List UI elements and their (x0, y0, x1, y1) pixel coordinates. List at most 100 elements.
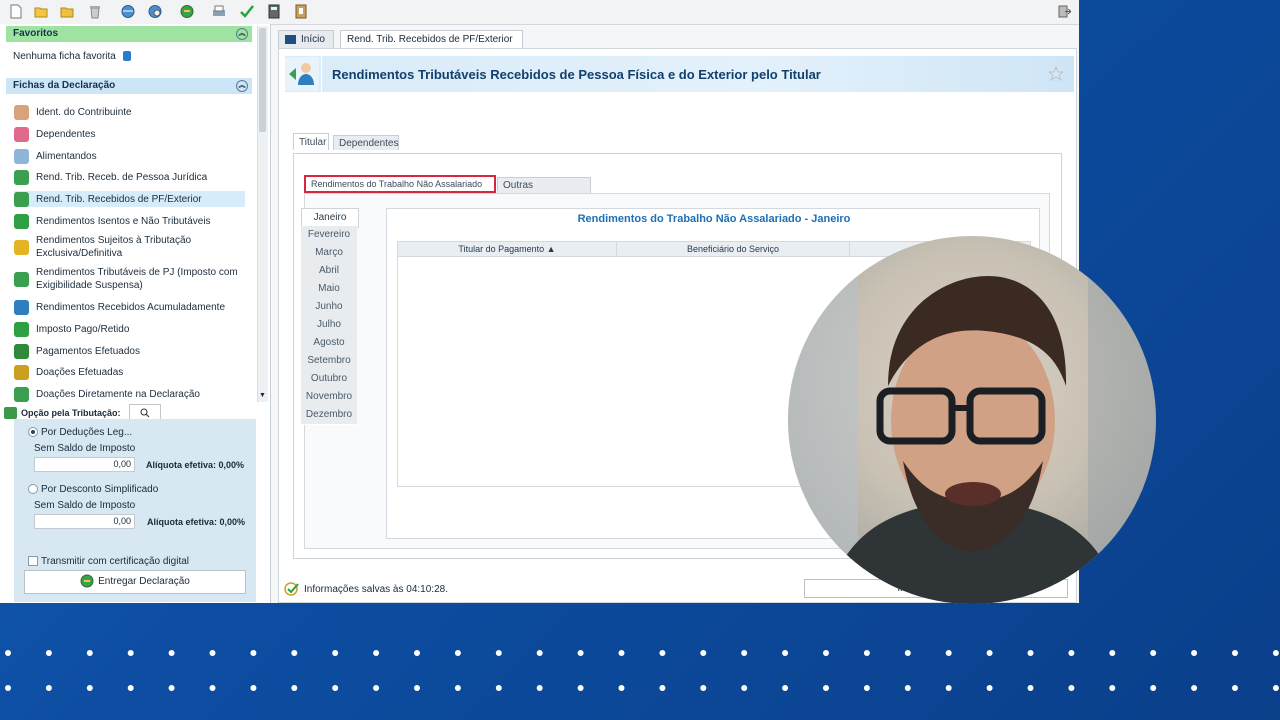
background-dot (414, 650, 420, 656)
month-tab-10[interactable]: Outubro (301, 370, 357, 389)
sidebar-item-4[interactable]: Rend. Trib. Receb. de Pessoa Jurídica (14, 169, 245, 185)
suspended-income-icon (14, 271, 29, 287)
month-tab-4[interactable]: Abril (301, 262, 357, 281)
sidebar-item-6[interactable]: Rendimentos Isentos e Não Tributáveis (14, 213, 245, 229)
fichas-header[interactable]: Fichas da Declaração ︽ (6, 78, 252, 94)
month-tab-3[interactable]: Março (301, 244, 357, 263)
background-dot (454, 650, 461, 656)
background-dot (782, 650, 789, 656)
check-icon[interactable] (240, 4, 254, 19)
page-title: Rendimentos Tributáveis Recebidos de Pes… (332, 67, 821, 82)
sidebar-item-3[interactable]: Alimentandos (14, 148, 245, 164)
background-dot (332, 650, 339, 656)
month-tab-9[interactable]: Setembro (301, 352, 357, 371)
left-panel: Favoritos ︽ Nenhuma ficha favorita Ficha… (0, 24, 271, 603)
background-dot (618, 685, 625, 691)
sidebar-item-13[interactable]: Doações Diretamente na Declaração (14, 386, 245, 402)
checkbox[interactable] (28, 556, 38, 567)
month-tab-1[interactable]: Janeiro (301, 208, 359, 228)
sidebar-item-7[interactable]: Rendimentos Sujeitos à Tributação Exclus… (14, 233, 245, 261)
background-dot (495, 685, 502, 691)
exit-icon[interactable] (1057, 4, 1071, 19)
globe-search-icon[interactable] (148, 4, 162, 19)
sidebar-item-11[interactable]: Pagamentos Efetuados (14, 343, 245, 359)
month-tab-5[interactable]: Maio (301, 280, 357, 299)
background-dot (291, 685, 298, 691)
sidebar-item-1[interactable]: Ident. do Contribuinte (14, 104, 245, 120)
background-dot (1027, 650, 1034, 656)
print-icon[interactable] (212, 4, 226, 19)
sidebar-item-8[interactable]: Rendimentos Tributáveis de PJ (Imposto c… (14, 265, 245, 293)
deducoes-aliquota: Alíquota efetiva: 0,00% (146, 460, 245, 470)
background-dot (618, 650, 625, 656)
simplificado-radio[interactable]: Por Desconto Simplificado (28, 484, 158, 495)
company-income-icon (14, 169, 29, 185)
scrollbar-thumb[interactable] (259, 28, 266, 132)
cert-checkbox[interactable]: Transmitir com certificação digital (28, 556, 189, 567)
entregar-declaracao-button[interactable]: Entregar Declaração (24, 570, 246, 594)
month-tab-2[interactable]: Fevereiro (301, 226, 357, 245)
background-dot (863, 685, 870, 691)
tab-titular[interactable]: Titular (293, 133, 329, 150)
background-dots (5, 650, 1279, 691)
col-titular-pagamento[interactable]: Titular do Pagamento ▲ (398, 242, 617, 256)
globe-send-icon[interactable] (180, 4, 194, 19)
alimentandos-icon (14, 148, 29, 164)
sidebar-item-5[interactable]: Rend. Trib. Recebidos de PF/Exterior (14, 191, 245, 207)
accumulated-income-icon (14, 299, 29, 315)
month-tab-8[interactable]: Agosto (301, 334, 357, 353)
globe-refresh-icon[interactable] (121, 4, 135, 19)
sidebar-item-label: Doações Efetuadas (36, 366, 124, 378)
background-dot (414, 685, 420, 691)
radio-unselected[interactable] (28, 484, 38, 495)
sidebar-scrollbar[interactable]: ▼ (257, 26, 268, 402)
tax-paid-icon (14, 321, 29, 337)
sidebar-item-10[interactable]: Imposto Pago/Retido (14, 321, 245, 337)
tab-inicio[interactable]: Início (278, 30, 334, 48)
sidebar-item-2[interactable]: Dependentes (14, 126, 245, 142)
deducoes-radio[interactable]: Por Deduções Leg... (28, 427, 132, 438)
background-dot (577, 650, 584, 656)
background-dot (454, 685, 461, 691)
folder-icon[interactable] (60, 4, 74, 19)
tab-rend-pf-exterior[interactable]: Rend. Trib. Recebidos de PF/Exterior × (340, 30, 523, 63)
month-tab-7[interactable]: Julho (301, 316, 357, 335)
sidebar-item-label: Pagamentos Efetuados (36, 345, 140, 357)
calculator-icon[interactable] (267, 4, 281, 19)
tab-trabalho-nao-assalariado[interactable]: Rendimentos do Trabalho Não Assalariado (304, 175, 496, 193)
month-tab-12[interactable]: Dezembro (301, 406, 357, 425)
background-dot (700, 650, 707, 656)
background-dot (536, 650, 543, 656)
collapse-fichas-icon[interactable]: ︽ (236, 80, 248, 92)
background-dot (1232, 685, 1238, 691)
sidebar-item-12[interactable]: Doações Efetuadas (14, 364, 245, 380)
background-dot (127, 685, 134, 691)
background-dot (5, 650, 11, 656)
favorite-star-icon[interactable] (1048, 66, 1064, 82)
tab-outras-informacoes[interactable]: Outras Informações (497, 177, 591, 206)
sort-asc-icon: ▲ (546, 244, 556, 254)
favorites-header[interactable]: Favoritos ︽ (6, 26, 252, 42)
deducoes-label: Por Deduções Leg... (41, 427, 133, 438)
collapse-favorites-icon[interactable]: ︽ (236, 28, 248, 40)
month-tab-6[interactable]: Junho (301, 298, 357, 317)
background-dot (1109, 650, 1116, 656)
document-icon[interactable] (294, 4, 308, 19)
new-file-icon[interactable] (9, 4, 23, 19)
sidebar-item-9[interactable]: Rendimentos Recebidos Acumuladamente (14, 299, 245, 315)
background-dot (1272, 685, 1279, 691)
month-tab-11[interactable]: Novembro (301, 388, 357, 407)
scroll-down-icon[interactable]: ▼ (258, 392, 267, 402)
trash-icon[interactable] (88, 4, 102, 19)
home-icon (285, 34, 296, 44)
background-dot (659, 650, 666, 656)
tab-dependentes[interactable]: Dependentes (333, 135, 399, 150)
open-folder-icon[interactable] (34, 4, 48, 19)
background-dot (945, 650, 952, 656)
radio-selected[interactable] (28, 427, 38, 438)
sidebar-item-label: Dependentes (36, 128, 96, 140)
col-beneficiario[interactable]: Beneficiário do Serviço (617, 242, 850, 256)
background-dot (823, 685, 829, 691)
person-icon (14, 104, 29, 120)
background-dot (741, 650, 748, 656)
